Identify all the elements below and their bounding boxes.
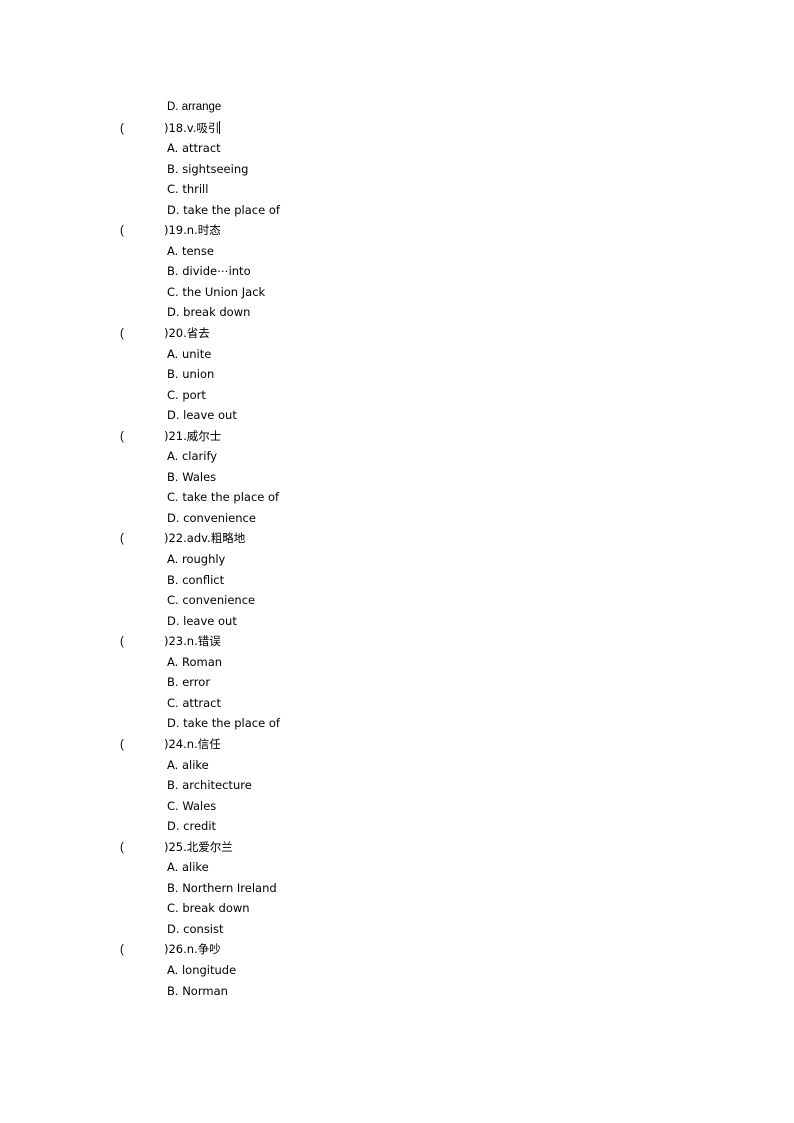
option-line[interactable]: B. divide⋯into (120, 261, 740, 282)
option-line[interactable]: C. attract (120, 693, 740, 714)
option-line[interactable]: C. convenience (120, 590, 740, 611)
option-line[interactable]: A. tense (120, 241, 740, 262)
text-caret (219, 120, 221, 134)
option-line[interactable]: C. break down (120, 898, 740, 919)
option-line[interactable]: D. leave out (120, 405, 740, 426)
question-header-18: ()18.v.吸引 (120, 118, 740, 139)
answer-blank-19[interactable]: ( (120, 221, 164, 242)
document-page: D. arrange ()18.v.吸引 A. attract B. sightse… (0, 0, 794, 1123)
question-stem-25: )25.北爱尔兰 (164, 839, 233, 854)
option-line[interactable]: D. consist (120, 919, 740, 940)
option-line[interactable]: B. Wales (120, 467, 740, 488)
question-stem-23: )23.n.错误 (164, 634, 221, 649)
option-line[interactable]: D. take the place of (120, 200, 740, 221)
question-stem-22: )22.adv.粗略地 (164, 531, 246, 546)
option-line[interactable]: B. sightseeing (120, 159, 740, 180)
option-line[interactable]: A. longitude (120, 960, 740, 981)
option-line[interactable]: A. attract (120, 138, 740, 159)
question-header-23: ()23.n.错误 (120, 631, 740, 652)
option-line[interactable]: A. roughly (120, 549, 740, 570)
question-header-26: ()26.n.争吵 (120, 939, 740, 960)
question-header-20: ()20.省去 (120, 323, 740, 344)
question-stem-19: )19.n.时态 (164, 223, 221, 238)
option-line: D. arrange (167, 101, 222, 113)
option-line[interactable]: A. alike (120, 755, 740, 776)
option-line[interactable]: A. alike (120, 857, 740, 878)
question-header-25: ()25.北爱尔兰 (120, 837, 740, 858)
option-line[interactable]: A. Roman (120, 652, 740, 673)
option-line[interactable]: C. thrill (120, 179, 740, 200)
answer-blank-24[interactable]: ( (120, 735, 164, 756)
option-line[interactable]: D. credit (120, 816, 740, 837)
answer-blank-26[interactable]: ( (120, 940, 164, 961)
option-line[interactable]: C. port (120, 385, 740, 406)
question-stem-26: )26.n.争吵 (164, 942, 221, 957)
option-line[interactable]: B. Norman (120, 981, 740, 1002)
option-line[interactable]: B. error (120, 672, 740, 693)
option-line[interactable]: C. Wales (120, 796, 740, 817)
question-header-21: ()21.威尔士 (120, 426, 740, 447)
option-line[interactable]: D. take the place of (120, 713, 740, 734)
question-stem-20: )20.省去 (164, 326, 210, 341)
answer-blank-21[interactable]: ( (120, 427, 164, 448)
option-line[interactable]: C. take the place of (120, 487, 740, 508)
option-line[interactable]: A. unite (120, 344, 740, 365)
option-line[interactable]: D. break down (120, 302, 740, 323)
answer-blank-23[interactable]: ( (120, 632, 164, 653)
question-list: ()18.v.吸引 A. attract B. sightseeing C. thri… (120, 118, 740, 1002)
answer-blank-25[interactable]: ( (120, 838, 164, 859)
question-header-22: ()22.adv.粗略地 (120, 528, 740, 549)
question-stem-24: )24.n.信任 (164, 736, 221, 751)
question-header-24: ()24.n.信任 (120, 734, 740, 755)
answer-blank-20[interactable]: ( (120, 324, 164, 345)
option-line[interactable]: B. conflict (120, 570, 740, 591)
option-line[interactable]: D. leave out (120, 611, 740, 632)
question-stem-18: )18.v.吸引 (164, 120, 220, 135)
answer-blank-18[interactable]: ( (120, 119, 164, 140)
answer-blank-22[interactable]: ( (120, 529, 164, 550)
worksheet-body: D. arrange ()18.v.吸引 A. attract B. sightse… (120, 97, 740, 1001)
option-line[interactable]: B. Northern Ireland (120, 878, 740, 899)
option-line[interactable]: B. architecture (120, 775, 740, 796)
question-stem-21: )21.威尔士 (164, 428, 222, 443)
option-line[interactable]: B. union (120, 364, 740, 385)
option-line[interactable]: A. clarify (120, 446, 740, 467)
option-line[interactable]: C. the Union Jack (120, 282, 740, 303)
option-line[interactable]: D. convenience (120, 508, 740, 529)
question-header-19: ()19.n.时态 (120, 220, 740, 241)
